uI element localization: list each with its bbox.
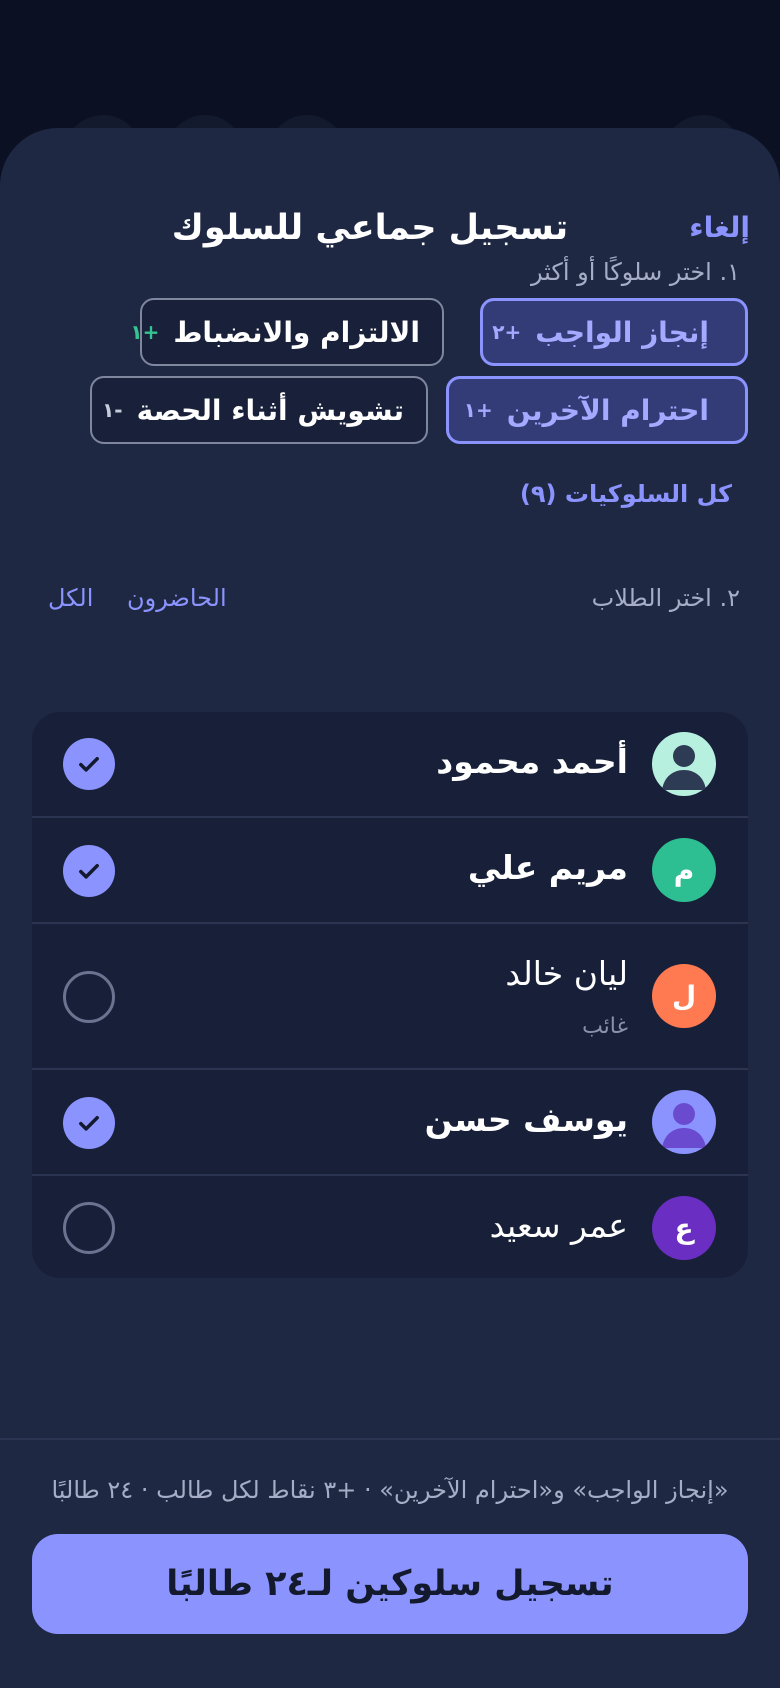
student-name: مريم علي	[467, 848, 628, 887]
check-icon	[79, 757, 99, 772]
selection-checkbox[interactable]	[63, 738, 115, 790]
person-icon	[662, 745, 706, 790]
student-row[interactable]: م مريم علي	[32, 816, 748, 922]
chip-points: +٢	[492, 320, 522, 344]
avatar: م	[652, 838, 716, 902]
chip-points: +١	[463, 398, 493, 422]
sheet-footer: «إنجاز الواجب» و«احترام الآخرين» · +٣ نق…	[0, 1438, 780, 1688]
students-section-label: ٢. اختر الطلاب	[591, 584, 740, 612]
student-row[interactable]: أحمد محمود	[32, 712, 748, 816]
avatar	[652, 732, 716, 796]
student-name: أحمد محمود	[436, 742, 628, 781]
student-row[interactable]: ع عمر سعيد	[32, 1174, 748, 1278]
chip-points: +١	[130, 320, 160, 344]
selection-summary: «إنجاز الواجب» و«احترام الآخرين» · +٣ نق…	[51, 1476, 729, 1504]
selection-checkbox[interactable]	[63, 971, 115, 1023]
selection-checkbox[interactable]	[63, 845, 115, 897]
attendance-status: غائب	[582, 1014, 628, 1039]
select-all-link[interactable]: الكل	[48, 584, 93, 612]
chip-label: إنجاز الواجب	[535, 315, 709, 349]
avatar: ل	[652, 964, 716, 1028]
behavior-chip-respect[interactable]: احترام الآخرين +١	[446, 376, 748, 444]
student-row[interactable]: يوسف حسن	[32, 1068, 748, 1174]
behavior-chip-homework[interactable]: إنجاز الواجب +٢	[480, 298, 748, 366]
check-icon	[79, 1116, 99, 1131]
behavior-chip-discipline[interactable]: الالتزام والانضباط +١	[130, 298, 444, 366]
all-behaviors-link[interactable]: كل السلوكيات (٩)	[520, 480, 732, 508]
check-icon	[79, 864, 99, 879]
chip-label: الالتزام والانضباط	[173, 315, 420, 349]
bulk-behavior-sheet: تسجيل جماعي للسلوك إلغاء ١. اختر سلوكًا …	[0, 128, 780, 1688]
chip-label: احترام الآخرين	[506, 393, 709, 427]
behaviors-section-label: ١. اختر سلوكًا أو أكثر	[530, 258, 740, 286]
student-row[interactable]: ل ليان خالد غائب	[32, 922, 748, 1068]
avatar: ع	[652, 1196, 716, 1260]
student-name: يوسف حسن	[424, 1100, 628, 1139]
student-list: أحمد محمود م مريم علي ل ليان خالد غائب ي…	[32, 712, 748, 1278]
chip-label: تشويش أثناء الحصة	[136, 393, 404, 427]
select-present-link[interactable]: الحاضرون	[127, 584, 227, 612]
chip-points: -١	[102, 398, 123, 422]
student-name: عمر سعيد	[489, 1206, 628, 1245]
avatar	[652, 1090, 716, 1154]
student-name: ليان خالد	[505, 954, 628, 993]
submit-button[interactable]: تسجيل سلوكين لـ٢٤ طالبًا	[32, 1534, 748, 1634]
selection-checkbox[interactable]	[63, 1097, 115, 1149]
selection-checkbox[interactable]	[63, 1202, 115, 1254]
behavior-chip-disruption[interactable]: تشويش أثناء الحصة -١	[90, 376, 428, 444]
person-icon	[662, 1103, 706, 1148]
